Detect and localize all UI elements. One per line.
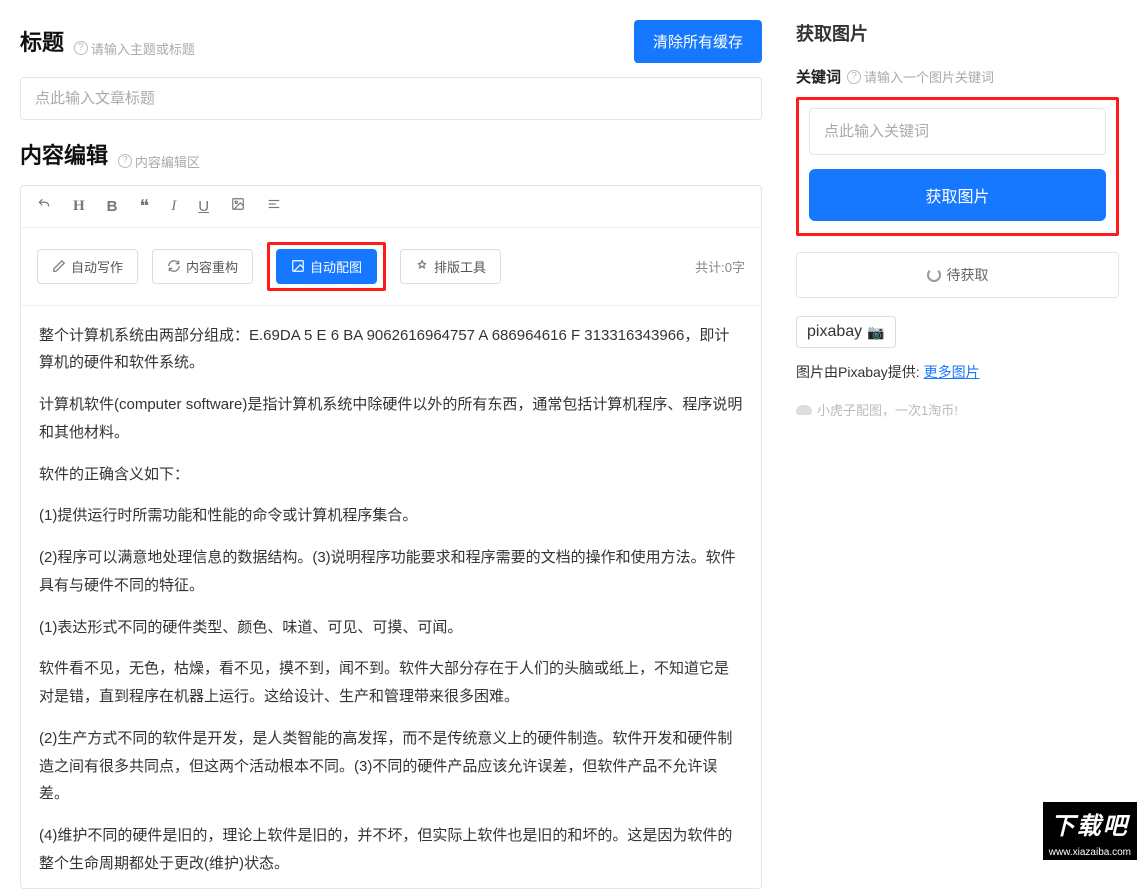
title-label-group: 标题 ? 请输入主题或标题 xyxy=(20,25,195,58)
main-panel: 标题 ? 请输入主题或标题 清除所有缓存 内容编辑 ? 内容编辑区 xyxy=(0,0,782,860)
sidebar-panel: 获取图片 关键词 ? 请输入一个图片关键词 获取图片 待获取 pixabay 📷… xyxy=(782,0,1137,860)
layout-tool-button[interactable]: 排版工具 xyxy=(400,249,501,284)
pending-status[interactable]: 待获取 xyxy=(796,252,1119,298)
content-section-header: 内容编辑 ? 内容编辑区 xyxy=(20,138,762,171)
loading-icon xyxy=(927,268,941,282)
content-editor[interactable]: 整个计算机系统由两部分组成：E.69DA 5 E 6 BA 9062616964… xyxy=(21,306,761,888)
content-paragraph: (1)提供运行时所需功能和性能的命令或计算机程序集合。 xyxy=(39,502,743,530)
clear-cache-button[interactable]: 清除所有缓存 xyxy=(634,20,762,63)
keyword-label: 关键词 xyxy=(796,66,841,87)
more-images-link[interactable]: 更多图片 xyxy=(924,364,980,380)
auto-write-button[interactable]: 自动写作 xyxy=(37,249,138,284)
content-hint: ? 内容编辑区 xyxy=(118,152,200,171)
quote-button[interactable]: ❝ xyxy=(140,196,150,217)
title-hint: ? 请输入主题或标题 xyxy=(74,39,195,58)
cloud-icon xyxy=(796,405,812,415)
info-icon: ? xyxy=(74,41,88,55)
align-button[interactable] xyxy=(267,197,281,215)
sidebar-tip: 小虎子配图，一次1淘币! xyxy=(796,400,1119,419)
auto-image-highlight: 自动配图 xyxy=(267,242,386,291)
content-paragraph: (2)程序可以满意地处理信息的数据结构。(3)说明程序功能要求和程序需要的文档的… xyxy=(39,544,743,600)
content-paragraph: 整个计算机系统由两部分组成：E.69DA 5 E 6 BA 9062616964… xyxy=(39,322,743,378)
title-label: 标题 xyxy=(20,30,64,55)
heading-button[interactable]: H xyxy=(73,198,85,215)
content-paragraph: (2)生产方式不同的软件是开发，是人类智能的高发挥，而不是传统意义上的硬件制造。… xyxy=(39,725,743,808)
keyword-input[interactable] xyxy=(809,108,1106,155)
info-icon: ? xyxy=(118,154,132,168)
content-paragraph: (4)维护不同的硬件是旧的，理论上软件是旧的，并不坏，但实际上软件也是旧的和坏的… xyxy=(39,822,743,878)
image-credit: 图片由Pixabay提供: 更多图片 xyxy=(796,362,1119,382)
watermark: 下载吧 www.xiazaiba.com xyxy=(1043,802,1137,860)
watermark-text: 下载吧 xyxy=(1043,802,1137,845)
italic-button[interactable]: I xyxy=(171,198,176,215)
editor-box: H B ❝ I U 自动写作 内容重构 xyxy=(20,185,762,889)
content-paragraph: 计算机软件(computer software)是指计算机系统中除硬件以外的所有… xyxy=(39,391,743,447)
pixabay-badge: pixabay 📷 xyxy=(796,316,896,348)
sidebar-title: 获取图片 xyxy=(796,20,1119,46)
article-title-input[interactable] xyxy=(20,77,762,120)
content-label: 内容编辑 xyxy=(20,143,108,168)
content-label-group: 内容编辑 ? 内容编辑区 xyxy=(20,138,200,171)
keyword-panel-highlight: 获取图片 xyxy=(796,97,1119,236)
keyword-label-group: 关键词 ? 请输入一个图片关键词 xyxy=(796,66,1119,87)
undo-icon[interactable] xyxy=(37,197,51,215)
content-paragraph: 软件的正确含义如下： xyxy=(39,461,743,489)
format-toolbar: H B ❝ I U xyxy=(21,186,761,228)
info-icon: ? xyxy=(847,70,861,84)
bold-button[interactable]: B xyxy=(107,198,118,215)
watermark-url: www.xiazaiba.com xyxy=(1043,845,1137,860)
fetch-image-button[interactable]: 获取图片 xyxy=(809,169,1106,221)
content-paragraph: (1)表达形式不同的硬件类型、颜色、味道、可见、可摸、可闻。 xyxy=(39,614,743,642)
camera-icon: 📷 xyxy=(867,324,884,341)
action-toolbar: 自动写作 内容重构 自动配图 排版工具 共计:0字 xyxy=(21,228,761,306)
auto-image-button[interactable]: 自动配图 xyxy=(276,249,377,284)
keyword-hint: ? 请输入一个图片关键词 xyxy=(847,67,994,86)
underline-button[interactable]: U xyxy=(198,198,209,215)
content-paragraph: 软件看不见，无色，枯燥，看不见，摸不到，闻不到。软件大部分存在于人们的头脑或纸上… xyxy=(39,655,743,711)
title-section-header: 标题 ? 请输入主题或标题 清除所有缓存 xyxy=(20,20,762,63)
image-button[interactable] xyxy=(231,197,245,215)
word-count: 共计:0字 xyxy=(695,257,745,276)
restructure-button[interactable]: 内容重构 xyxy=(152,249,253,284)
